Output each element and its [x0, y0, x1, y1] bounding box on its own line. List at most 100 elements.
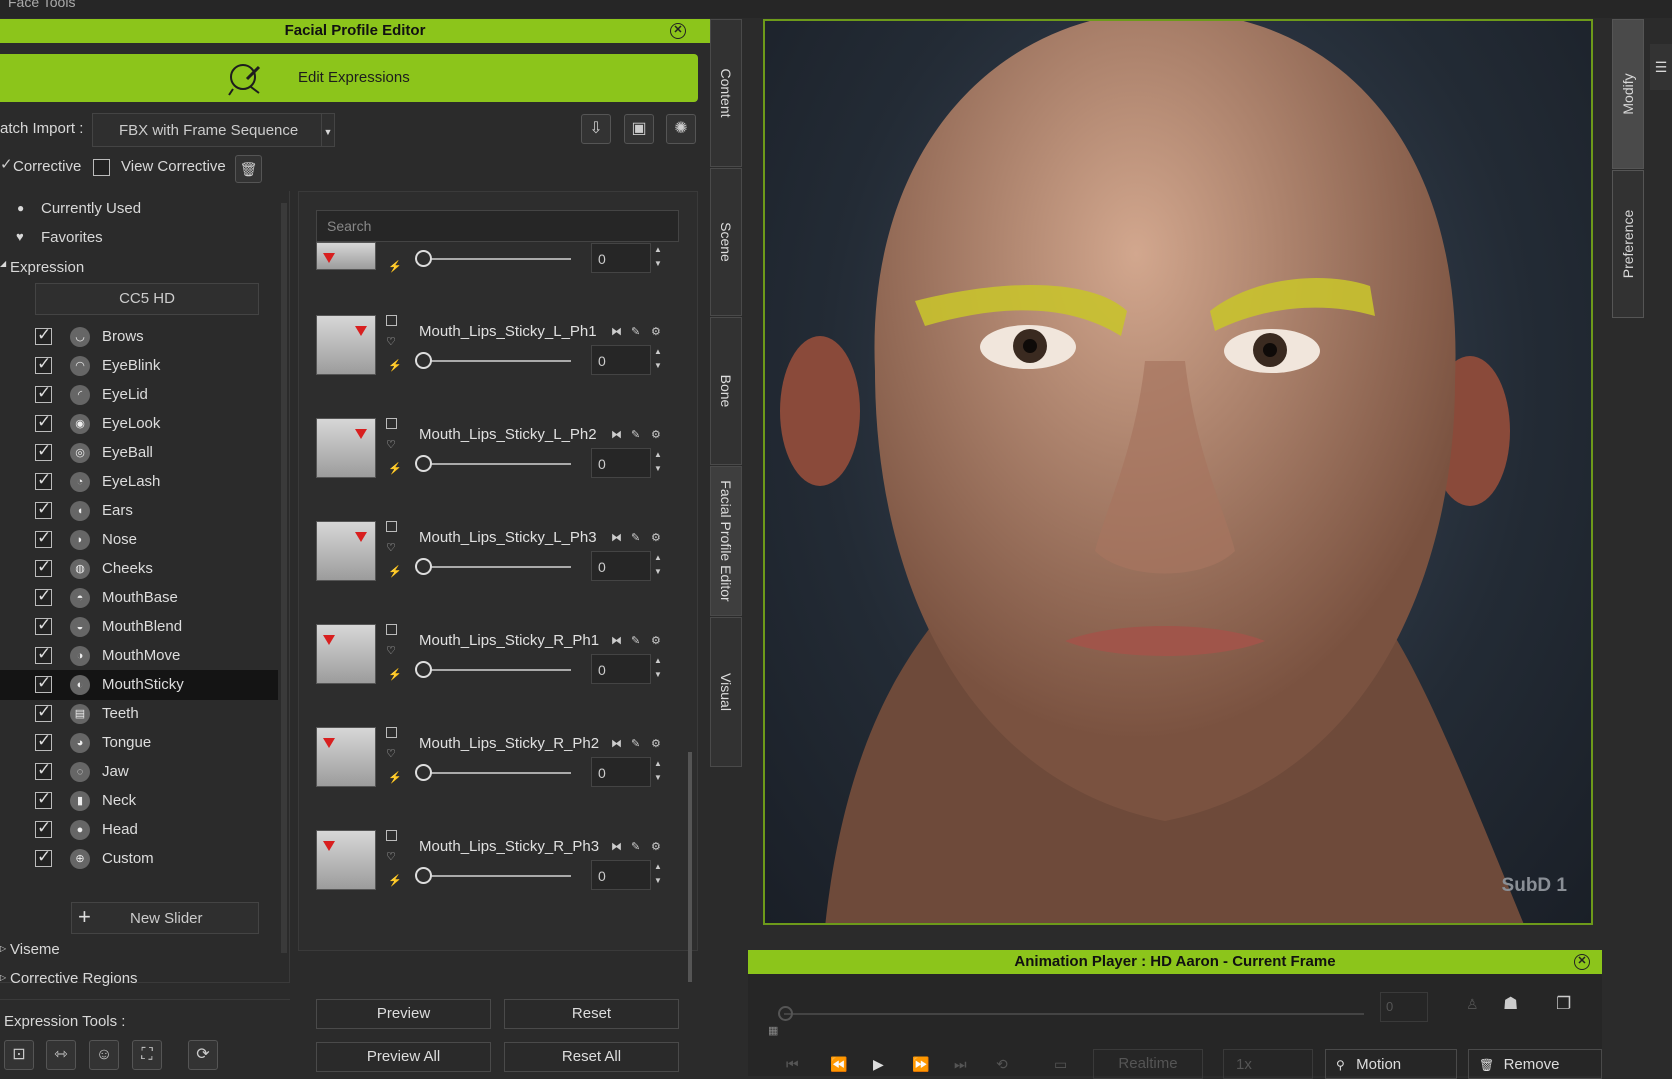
currently-used[interactable]: Currently Used	[41, 200, 141, 217]
morph-value-input[interactable]: 0	[591, 448, 651, 478]
tab-scene[interactable]: Scene	[710, 168, 742, 316]
morph-spinner[interactable]: ▲ ▼	[651, 243, 665, 273]
morph-spinner[interactable]: ▲ ▼	[651, 448, 665, 478]
frame-input[interactable]: 0	[1380, 992, 1428, 1022]
viseme-node[interactable]: Viseme	[10, 941, 60, 958]
morph-checkbox[interactable]	[386, 727, 397, 738]
tab-bone[interactable]: Bone	[710, 317, 742, 465]
pencil-icon[interactable]: ✎	[631, 428, 640, 441]
tree-item[interactable]: ◡ Brows	[0, 322, 278, 352]
morph-slider-knob[interactable]	[415, 352, 432, 369]
tree-item-checkbox[interactable]	[35, 528, 52, 548]
pencil-icon[interactable]: ✎	[631, 531, 640, 544]
expression-node[interactable]: Expression	[10, 259, 84, 276]
morph-slider-track[interactable]	[423, 258, 571, 260]
favorites[interactable]: Favorites	[41, 229, 103, 246]
close-icon[interactable]: ✕	[1574, 954, 1590, 970]
tree-item[interactable]: ◒ MouthBlend	[0, 612, 278, 642]
tree-scrollbar[interactable]	[281, 203, 287, 953]
tree-item-checkbox[interactable]	[35, 441, 52, 461]
tree-item-checkbox[interactable]	[35, 731, 52, 751]
tree-item-checkbox[interactable]	[35, 644, 52, 664]
morph-slider-track[interactable]	[423, 669, 571, 671]
morph-value-input[interactable]: 0	[591, 860, 651, 890]
morph-slider-track[interactable]	[423, 566, 571, 568]
tree-item-checkbox[interactable]	[35, 354, 52, 374]
tab-modify[interactable]: Modify	[1612, 19, 1644, 169]
pencil-icon[interactable]: ✎	[631, 737, 640, 750]
tree-item-checkbox[interactable]	[35, 586, 52, 606]
step-back-icon[interactable]: ⏪	[830, 1056, 847, 1073]
tree-item-checkbox[interactable]	[35, 818, 52, 838]
view-corrective-checkbox[interactable]	[93, 159, 110, 176]
morph-spinner[interactable]: ▲ ▼	[651, 860, 665, 890]
camera-icon[interactable]: ☗	[1503, 994, 1518, 1014]
tree-item[interactable]: ◐ MouthSticky	[0, 670, 278, 700]
skip-end-icon[interactable]: ⏭	[954, 1056, 967, 1073]
morph-value-input[interactable]: 0	[591, 345, 651, 375]
skip-start-icon[interactable]: ⏮	[786, 1056, 799, 1073]
morph-spinner[interactable]: ▲ ▼	[651, 757, 665, 787]
morph-checkbox[interactable]	[386, 315, 397, 326]
heart-icon[interactable]: ♡	[386, 541, 396, 554]
tree-item[interactable]: ◎ EyeBall	[0, 438, 278, 468]
tree-item[interactable]: ● Head	[0, 815, 278, 845]
reset-button[interactable]: Reset	[504, 999, 679, 1029]
mirror-icon[interactable]: ⧓	[611, 840, 622, 853]
mirror-icon[interactable]: ⧓	[611, 428, 622, 441]
tool-1-icon[interactable]: ⊡	[4, 1040, 34, 1070]
mirror-icon[interactable]: ⧓	[611, 531, 622, 544]
morph-value-input[interactable]: 0	[591, 757, 651, 787]
new-slider-button[interactable]: + New Slider	[71, 902, 259, 934]
heart-icon[interactable]: ♡	[386, 335, 396, 348]
tree-item-checkbox[interactable]	[35, 383, 52, 403]
gear-icon[interactable]: ⚙	[651, 634, 661, 647]
tree-item-checkbox[interactable]	[35, 702, 52, 722]
tree-item-checkbox[interactable]	[35, 760, 52, 780]
tree-item-checkbox[interactable]	[35, 325, 52, 345]
window-icon[interactable]: ❐	[1556, 994, 1571, 1014]
loop-icon[interactable]: ⟲	[996, 1056, 1008, 1073]
tab-visual[interactable]: Visual	[710, 617, 742, 767]
tab-content[interactable]: Content	[710, 19, 742, 167]
motion-select[interactable]: ⚲ Motion	[1325, 1049, 1457, 1079]
profile-button[interactable]: CC5 HD	[35, 283, 259, 315]
realtime-button[interactable]: Realtime	[1093, 1049, 1203, 1079]
morph-slider-knob[interactable]	[415, 455, 432, 472]
morph-scrollbar[interactable]	[688, 752, 692, 982]
step-forward-icon[interactable]: ⏩	[912, 1056, 929, 1073]
sliders-icon[interactable]: ☰	[1650, 44, 1672, 90]
lightning-icon[interactable]: ⚡	[388, 668, 402, 681]
trash-icon[interactable]: 🗑	[235, 155, 262, 183]
tree-item[interactable]: ◗ Nose	[0, 525, 278, 555]
morph-slider-track[interactable]	[423, 463, 571, 465]
morph-slider-knob[interactable]	[415, 558, 432, 575]
tree-item[interactable]: ◠ EyeBlink	[0, 351, 278, 381]
preview-all-button[interactable]: Preview All	[316, 1042, 491, 1072]
close-icon[interactable]: ✕	[670, 23, 686, 39]
tree-item[interactable]: ▮ Neck	[0, 786, 278, 816]
pencil-icon[interactable]: ✎	[631, 840, 640, 853]
lightning-icon[interactable]: ⚡	[388, 260, 402, 273]
morph-slider-knob[interactable]	[415, 764, 432, 781]
tree-item[interactable]: ◔ EyeLash	[0, 467, 278, 497]
morph-slider-knob[interactable]	[415, 661, 432, 678]
morph-value-input[interactable]: 0	[591, 551, 651, 581]
tree-item[interactable]: ◍ Cheeks	[0, 554, 278, 584]
subtitle-icon[interactable]: ▭	[1054, 1056, 1067, 1073]
morph-value-input[interactable]: 0	[591, 243, 651, 273]
heart-icon[interactable]: ♡	[386, 438, 396, 451]
morph-slider-track[interactable]	[423, 360, 571, 362]
morph-spinner[interactable]: ▲ ▼	[651, 345, 665, 375]
tree-item[interactable]: ▤ Teeth	[0, 699, 278, 729]
tool-2-icon[interactable]: ⇿	[46, 1040, 76, 1070]
tree-item-checkbox[interactable]	[35, 470, 52, 490]
morph-checkbox[interactable]	[386, 830, 397, 841]
save-icon[interactable]: ▣	[624, 114, 654, 144]
rotate-icon[interactable]: ⟳	[188, 1040, 218, 1070]
expand-arrow-icon[interactable]: ▷	[0, 973, 6, 982]
gear-icon[interactable]: ⚙	[651, 531, 661, 544]
settings-icon[interactable]: ✺	[666, 114, 696, 144]
tab-facial-profile-editor[interactable]: Facial Profile Editor	[710, 466, 742, 616]
morph-spinner[interactable]: ▲ ▼	[651, 551, 665, 581]
